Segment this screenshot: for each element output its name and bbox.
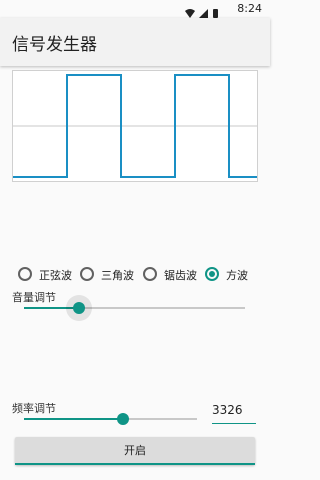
app-title: 信号发生器 bbox=[12, 35, 97, 55]
radio-label-square: 方波 bbox=[226, 269, 248, 282]
signal-icon bbox=[199, 9, 208, 18]
radio-label-triangle: 三角波 bbox=[101, 269, 134, 282]
slider-thumb[interactable] bbox=[116, 413, 129, 425]
wifi-icon bbox=[185, 9, 195, 18]
radio-label-sine: 正弦波 bbox=[39, 269, 72, 282]
radio-label-sawtooth: 锯齿波 bbox=[164, 269, 197, 282]
radio-button-icon bbox=[143, 267, 157, 281]
radio-button-icon bbox=[205, 267, 219, 281]
app-bar: 信号发生器 bbox=[0, 18, 270, 66]
battery-icon bbox=[213, 9, 218, 18]
wave-type-radio-group: 正弦波 三角波 锯齿波 方波 bbox=[18, 265, 258, 287]
status-time: 8:24 bbox=[237, 2, 262, 15]
volume-slider[interactable] bbox=[24, 295, 245, 321]
start-button-label: 开启 bbox=[124, 444, 146, 457]
button-accent-line bbox=[15, 463, 255, 465]
start-button[interactable]: 开启 bbox=[15, 437, 255, 465]
frequency-input[interactable]: 3326 bbox=[212, 403, 256, 424]
radio-button-icon bbox=[18, 267, 32, 281]
radio-button-icon bbox=[80, 267, 94, 281]
slider-fill bbox=[24, 418, 123, 420]
waveform-display bbox=[12, 70, 258, 182]
frequency-slider[interactable] bbox=[24, 409, 197, 429]
status-bar: 8:24 bbox=[0, 0, 270, 18]
